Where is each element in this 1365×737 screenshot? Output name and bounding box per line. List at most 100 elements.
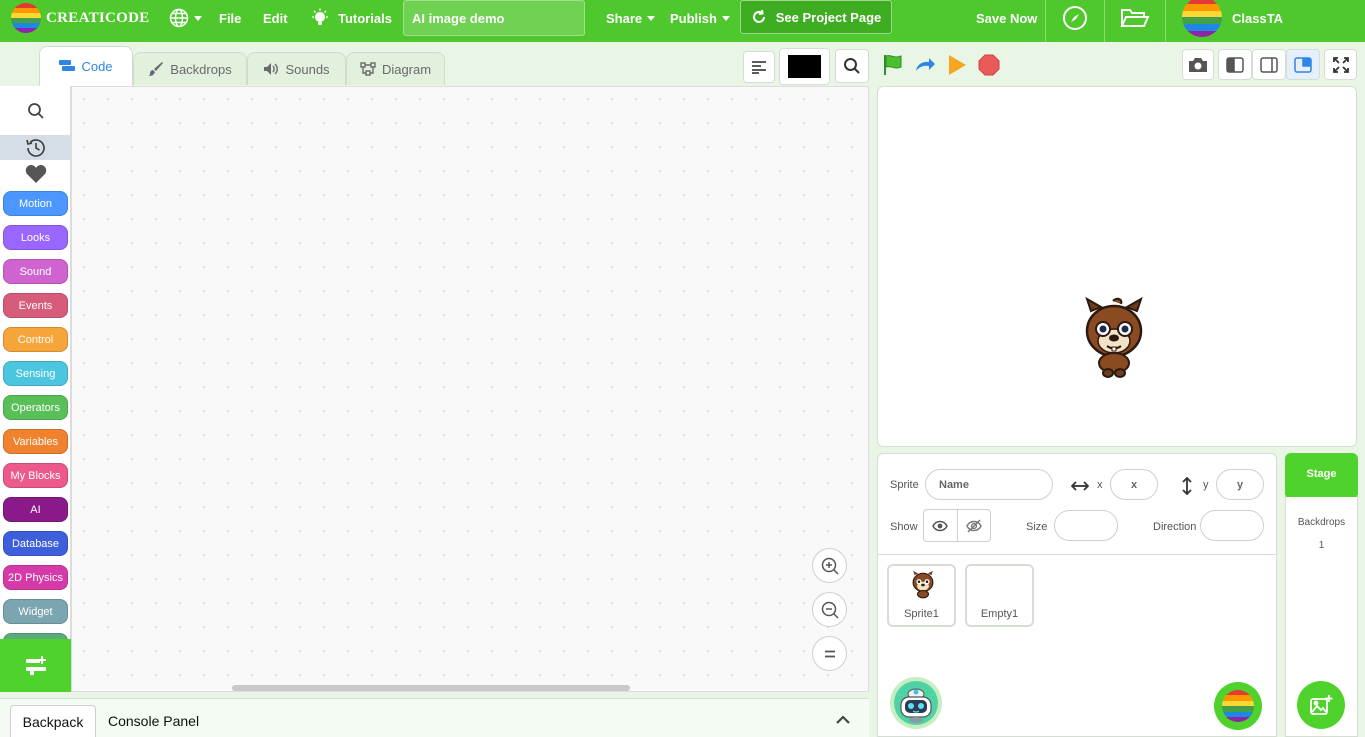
equals-icon [824, 650, 835, 657]
category-sensing[interactable]: Sensing [3, 361, 68, 386]
search-blocks-button[interactable] [835, 49, 869, 83]
see-project-page-label: See Project Page [775, 9, 882, 25]
dog-thumbnail [912, 570, 934, 599]
layout-split-icon [1294, 56, 1312, 73]
tab-code[interactable]: Code [39, 46, 133, 86]
chevron-up-icon [836, 715, 850, 724]
y-field[interactable]: y [1216, 469, 1264, 500]
recent-blocks-button[interactable] [0, 135, 70, 160]
robot-icon [894, 681, 938, 725]
play-icon [949, 55, 966, 75]
category-2d-physics[interactable]: 2D Physics [3, 565, 68, 590]
creaticode-logo-icon [11, 3, 41, 33]
redo-arrow-icon [916, 58, 935, 71]
fullscreen-button[interactable] [1324, 49, 1357, 80]
heart-icon [25, 165, 46, 183]
medium-stage-button[interactable] [1252, 49, 1286, 80]
share-menu[interactable]: Share [606, 0, 656, 36]
share-label: Share [606, 10, 643, 26]
tab-diagram[interactable]: Diagram [346, 52, 445, 85]
category-widget[interactable]: Widget [3, 599, 68, 624]
add-extension-icon [25, 655, 46, 675]
file-menu[interactable]: File [219, 0, 241, 36]
account-menu[interactable]: ClassTA [1181, 0, 1284, 37]
tab-code-label: Code [81, 59, 113, 74]
zoom-out-button[interactable] [812, 592, 847, 627]
color-swatch [788, 55, 821, 78]
category-palette: Motion Looks Sound Events Control Sensin… [0, 86, 71, 692]
lightbulb-icon [312, 8, 328, 25]
zoom-in-button[interactable] [812, 548, 847, 583]
vertical-arrows-icon [1182, 477, 1192, 495]
block-search-button[interactable] [0, 86, 70, 135]
size-field[interactable] [1054, 510, 1118, 541]
zoom-in-icon [821, 557, 839, 575]
category-ai[interactable]: AI [3, 497, 68, 522]
category-control[interactable]: Control [3, 327, 68, 352]
tab-backdrops-label: Backdrops [170, 61, 232, 77]
save-now-button[interactable]: Save Now [976, 0, 1037, 36]
small-stage-button[interactable] [1218, 49, 1252, 80]
category-variables[interactable]: Variables [3, 429, 68, 454]
green-flag-button[interactable] [881, 53, 905, 77]
category-looks[interactable]: Looks [3, 225, 68, 250]
add-image-icon [1310, 695, 1333, 715]
add-sprite-button[interactable] [1214, 682, 1262, 730]
compass-icon [1063, 6, 1087, 30]
hide-button[interactable] [958, 510, 991, 541]
menu-divider [1104, 0, 1105, 42]
edit-menu[interactable]: Edit [263, 0, 288, 36]
search-icon [27, 102, 44, 119]
expand-panel-button[interactable] [833, 710, 853, 730]
code-workspace[interactable] [71, 86, 869, 692]
tutorials-button[interactable]: Tutorials [311, 0, 392, 36]
see-project-page-button[interactable]: See Project Page [740, 0, 892, 34]
y-label: y [1203, 479, 1209, 491]
publish-menu[interactable]: Publish [670, 0, 730, 36]
stop-button[interactable] [977, 53, 1001, 77]
brand[interactable]: CREATICODE [10, 0, 150, 36]
zoom-reset-button[interactable] [812, 636, 847, 671]
sprite-card[interactable]: Empty1 [965, 564, 1034, 627]
tab-backdrops[interactable]: Backdrops [133, 52, 247, 85]
creaticode-logo-icon [1222, 690, 1254, 722]
explore-button[interactable] [1062, 0, 1088, 36]
language-menu[interactable] [169, 0, 202, 36]
format-code-button[interactable] [743, 51, 775, 83]
backpack-tab[interactable]: Backpack [10, 705, 96, 737]
direction-field[interactable] [1200, 510, 1264, 541]
tutorials-label: Tutorials [338, 10, 392, 26]
color-picker-button[interactable] [779, 48, 830, 85]
project-title-input[interactable]: AI image demo [403, 0, 585, 36]
stage-title: Stage [1285, 453, 1358, 495]
sprite-name-field[interactable]: Name [925, 469, 1053, 500]
category-my-blocks[interactable]: My Blocks [3, 463, 68, 488]
console-panel-tab[interactable]: Console Panel [108, 705, 199, 737]
username: ClassTA [1232, 10, 1284, 26]
step-button[interactable] [913, 53, 937, 77]
add-backdrop-button[interactable] [1297, 681, 1345, 729]
screenshot-button[interactable] [1182, 49, 1214, 80]
stage-canvas[interactable] [877, 86, 1357, 447]
x-field[interactable]: x [1110, 469, 1158, 500]
horizontal-arrows-icon [1071, 481, 1089, 491]
turbo-run-button[interactable] [945, 53, 969, 77]
sprite-card[interactable]: Sprite1 [887, 564, 956, 627]
add-extension-button[interactable] [0, 639, 71, 692]
ai-assistant-button[interactable] [890, 677, 942, 729]
show-button[interactable] [924, 510, 958, 541]
category-sound[interactable]: Sound [3, 259, 68, 284]
avatar [1182, 0, 1222, 37]
tab-sounds[interactable]: Sounds [247, 52, 346, 85]
direction-label: Direction [1153, 521, 1197, 533]
category-database[interactable]: Database [3, 531, 68, 556]
workspace-scrollbar[interactable] [232, 685, 630, 691]
dog-sprite[interactable] [1083, 297, 1145, 379]
category-operators[interactable]: Operators [3, 395, 68, 420]
favorite-blocks-button[interactable] [0, 162, 70, 186]
category-events[interactable]: Events [3, 293, 68, 318]
refresh-icon [752, 9, 765, 23]
large-stage-button[interactable] [1286, 49, 1320, 80]
category-motion[interactable]: Motion [3, 191, 68, 216]
my-projects-button[interactable] [1120, 0, 1150, 36]
